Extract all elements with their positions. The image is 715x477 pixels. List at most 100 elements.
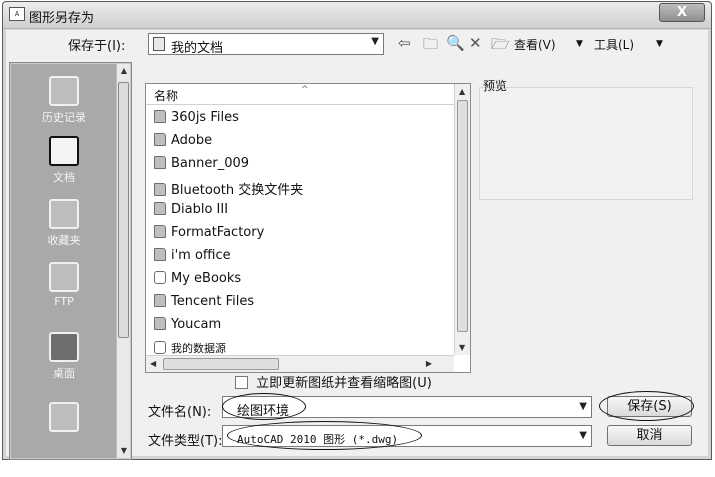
folder-icon bbox=[154, 133, 166, 146]
scroll-thumb[interactable] bbox=[457, 100, 468, 332]
list-item[interactable]: Banner_009 bbox=[154, 156, 249, 176]
place-buzzsaw[interactable] bbox=[11, 402, 117, 432]
update-thumbnail-option[interactable]: 立即更新图纸并查看缩略图(U) bbox=[235, 372, 432, 391]
title-bar: A 图形另存为 X bbox=[3, 2, 711, 29]
list-item[interactable]: Adobe bbox=[154, 133, 212, 153]
file-type-label: 文件类型(T): bbox=[148, 434, 223, 449]
scroll-thumb[interactable] bbox=[118, 82, 129, 338]
places-scrollbar[interactable]: ▲ ▼ bbox=[116, 64, 130, 458]
chevron-down-icon[interactable]: ▼ bbox=[576, 39, 583, 49]
annotation-circle bbox=[227, 421, 422, 450]
favorites-icon bbox=[49, 199, 79, 229]
place-label: FTP bbox=[54, 295, 74, 308]
view-menu-button[interactable]: 查看(V) bbox=[514, 36, 556, 53]
file-list-vertical-scrollbar[interactable]: ▲ ▼ bbox=[454, 84, 470, 355]
update-thumbnail-checkbox[interactable] bbox=[235, 376, 248, 389]
update-thumbnail-label: 立即更新图纸并查看缩略图(U) bbox=[256, 376, 432, 391]
save-in-value: 我的文档 bbox=[171, 41, 224, 56]
scroll-up-icon[interactable]: ▲ bbox=[117, 64, 131, 78]
ftp-icon bbox=[49, 262, 79, 292]
file-name: 360js Files bbox=[171, 110, 239, 125]
cancel-button[interactable]: 取消 bbox=[607, 425, 692, 446]
chevron-down-icon[interactable]: ▼ bbox=[656, 39, 663, 49]
file-name: FormatFactory bbox=[171, 225, 265, 240]
folder-icon bbox=[154, 294, 166, 307]
file-name: Bluetooth 交换文件夹 bbox=[171, 183, 304, 198]
list-item[interactable]: Tencent Files bbox=[154, 294, 254, 314]
column-header-label: 名称 bbox=[154, 89, 179, 103]
scroll-down-icon[interactable]: ▼ bbox=[459, 343, 465, 352]
folder-icon bbox=[154, 317, 166, 330]
folder-icon bbox=[154, 183, 166, 196]
save-as-dialog: A 图形另存为 X 保存于(I): 我的文档 ▼ ⇦ 🗀 🔍 ✕ 🗁 查看(V)… bbox=[2, 1, 712, 460]
folder-icon bbox=[154, 202, 166, 215]
autocad-app-icon: A bbox=[9, 7, 25, 21]
tools-menu-button[interactable]: 工具(L) bbox=[594, 36, 634, 53]
folder-icon bbox=[154, 156, 166, 169]
annotation-circle bbox=[599, 391, 694, 421]
file-name: Youcam bbox=[171, 317, 222, 332]
folder-icon bbox=[154, 225, 166, 238]
place-label: 收藏夹 bbox=[47, 234, 81, 247]
file-name: My eBooks bbox=[171, 271, 242, 286]
save-in-label: 保存于(I): bbox=[68, 39, 126, 54]
history-icon bbox=[49, 76, 79, 106]
places-bar: 历史记录 文档 收藏夹 FTP 桌面 ▲ ▼ bbox=[9, 62, 132, 460]
places-list: 历史记录 文档 收藏夹 FTP 桌面 bbox=[11, 64, 117, 458]
save-in-dropdown[interactable]: 我的文档 ▼ bbox=[148, 33, 384, 56]
place-desktop[interactable]: 桌面 bbox=[11, 332, 117, 381]
annotation-circle bbox=[222, 393, 306, 420]
dialog-title: 图形另存为 bbox=[29, 11, 95, 26]
list-item[interactable]: i'm office bbox=[154, 248, 231, 268]
place-label: 桌面 bbox=[53, 367, 75, 380]
new-folder-icon[interactable]: 🗁 bbox=[491, 34, 510, 59]
file-list-horizontal-scrollbar[interactable]: ◀ ▶ bbox=[146, 355, 454, 372]
search-web-icon[interactable]: 🔍 bbox=[446, 34, 465, 52]
list-item[interactable]: 360js Files bbox=[154, 110, 239, 130]
scroll-left-icon[interactable]: ◀ bbox=[150, 359, 156, 368]
file-name: Tencent Files bbox=[171, 294, 255, 309]
file-name: Banner_009 bbox=[171, 156, 250, 171]
file-name: 我的数据源 bbox=[171, 342, 226, 355]
list-item[interactable]: Bluetooth 交换文件夹 bbox=[154, 179, 303, 199]
place-favorites[interactable]: 收藏夹 bbox=[11, 199, 117, 248]
place-label: 文档 bbox=[53, 171, 75, 184]
special-folder-icon bbox=[154, 341, 166, 354]
file-name: Adobe bbox=[171, 133, 213, 148]
up-folder-icon[interactable]: 🗀 bbox=[423, 34, 438, 59]
documents-icon bbox=[49, 136, 79, 166]
desktop-icon bbox=[49, 332, 79, 362]
buzzsaw-icon bbox=[49, 402, 79, 432]
chevron-down-icon: ▼ bbox=[371, 36, 379, 47]
folder-icon bbox=[154, 110, 166, 123]
dialog-client-area: 保存于(I): 我的文档 ▼ ⇦ 🗀 🔍 ✕ 🗁 查看(V) ▼ 工具(L) ▼… bbox=[6, 30, 708, 460]
list-item[interactable]: Diablo III bbox=[154, 202, 228, 222]
place-documents[interactable]: 文档 bbox=[11, 136, 117, 185]
back-arrow-icon[interactable]: ⇦ bbox=[398, 34, 411, 52]
list-item[interactable]: FormatFactory bbox=[154, 225, 264, 245]
documents-folder-icon bbox=[153, 37, 165, 51]
close-button[interactable]: X bbox=[659, 3, 705, 22]
list-item[interactable]: My eBooks bbox=[154, 271, 241, 291]
file-list[interactable]: 名称 ^ 360js Files Adobe Banner_009 Blueto… bbox=[145, 83, 471, 373]
scroll-right-icon[interactable]: ▶ bbox=[426, 359, 432, 368]
scroll-thumb[interactable] bbox=[163, 358, 279, 370]
preview-label: 预览 bbox=[483, 79, 508, 93]
file-name: i'm office bbox=[171, 248, 231, 263]
chevron-down-icon[interactable]: ▼ bbox=[579, 430, 587, 441]
sort-ascending-icon: ^ bbox=[301, 85, 309, 95]
delete-icon[interactable]: ✕ bbox=[469, 34, 482, 52]
file-name: Diablo III bbox=[171, 202, 229, 217]
place-history[interactable]: 历史记录 bbox=[11, 76, 117, 125]
chevron-down-icon[interactable]: ▼ bbox=[579, 401, 587, 412]
list-item[interactable]: Youcam bbox=[154, 317, 221, 337]
file-name-label: 文件名(N): bbox=[148, 405, 212, 420]
folder-icon bbox=[154, 248, 166, 261]
preview-pane bbox=[479, 87, 693, 200]
scroll-down-icon[interactable]: ▼ bbox=[117, 444, 131, 458]
scroll-up-icon[interactable]: ▲ bbox=[459, 87, 465, 96]
place-label: 历史记录 bbox=[42, 111, 86, 124]
special-folder-icon bbox=[154, 271, 166, 284]
column-header-name[interactable]: 名称 ^ bbox=[146, 84, 454, 105]
place-ftp[interactable]: FTP bbox=[11, 262, 117, 308]
